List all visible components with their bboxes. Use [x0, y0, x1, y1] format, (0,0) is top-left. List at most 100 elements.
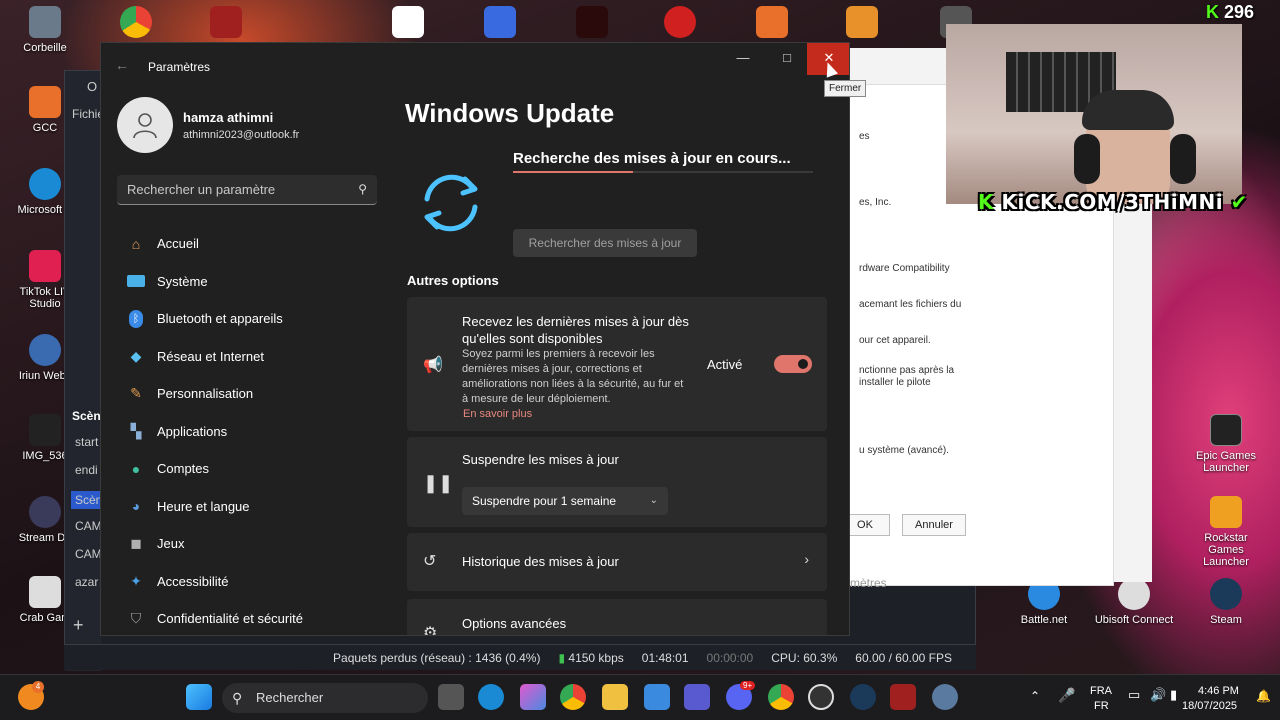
network-icon[interactable]: ▭: [1128, 687, 1140, 703]
sidebar-item-heure[interactable]: ◕ Heure et langue: [117, 488, 377, 526]
latest-updates-card: 📢 Recevez les dernières mises à jour dès…: [407, 297, 827, 431]
sidebar-item-accessibilite[interactable]: ✦ Accessibilité: [117, 563, 377, 601]
desktop-icon-label: TikTok LIV Studio: [19, 286, 71, 310]
roblox-desktop-icon[interactable]: [484, 6, 516, 38]
steam-icon: [1210, 578, 1242, 610]
avatar[interactable]: [117, 97, 173, 153]
desktop-icon-rockstar[interactable]: Rockstar Games Launcher: [1186, 496, 1266, 568]
gear-icon: ⚙: [423, 625, 438, 636]
ivem-desktop-icon[interactable]: [846, 6, 878, 38]
notification-bell-icon[interactable]: 🔔: [1256, 689, 1271, 703]
update-status: Recherche des mises à jour en cours...: [513, 150, 791, 167]
monitor-icon: [125, 272, 147, 290]
chrome-desktop-icon[interactable]: [120, 6, 152, 38]
pause-duration-select[interactable]: Suspendre pour 1 semaine ⌄: [462, 487, 668, 515]
sidebar-item-label: Système: [157, 273, 208, 289]
capcut-desktop-icon[interactable]: [392, 6, 424, 38]
settings-icon[interactable]: [932, 684, 958, 710]
sidebar-item-personnalisation[interactable]: ✎ Personnalisation: [117, 375, 377, 413]
chevron-down-icon: ⌄: [649, 495, 658, 506]
sidebar-item-label: Personnalisation: [157, 386, 254, 402]
clock-date[interactable]: 18/07/2025: [1182, 700, 1237, 712]
chrome-icon[interactable]: [560, 684, 586, 710]
obs-scene-item[interactable]: CAM: [75, 547, 102, 561]
cancel-button[interactable]: Annuler: [902, 514, 966, 536]
kick-banner: K KiCK.COM/3THiMNi ✔: [978, 190, 1248, 214]
sidebar-item-confidentialite[interactable]: ⛉ Confidentialité et sécurité: [117, 600, 377, 635]
home-icon: ⌂: [131, 235, 141, 252]
desktop-icon-label: Steam: [1210, 614, 1242, 626]
sidebar-item-systeme[interactable]: Système: [117, 263, 377, 301]
desktop-icon-label: Battle.net: [1020, 614, 1068, 626]
video-desktop-icon[interactable]: [664, 6, 696, 38]
dialog-line: es: [859, 131, 870, 142]
store-icon[interactable]: [644, 684, 670, 710]
update-history-title: Historique des mises à jour: [462, 554, 619, 569]
desktop-icon-label: Corbeille: [23, 42, 67, 54]
desktop-icon-label: GCC: [32, 122, 58, 134]
obs-scene-item[interactable]: CAM: [75, 519, 102, 533]
sidebar-item-reseau[interactable]: ◆ Réseau et Internet: [117, 338, 377, 376]
microphone-icon[interactable]: 🎤: [1058, 687, 1075, 704]
rec-time: 00:00:00: [706, 650, 754, 665]
sidebar-item-applications[interactable]: ▚ Applications: [117, 413, 377, 451]
explorer-icon[interactable]: [602, 684, 628, 710]
obs-scene-item[interactable]: azar: [75, 575, 98, 589]
sidebar-item-bluetooth[interactable]: ᛒ Bluetooth et appareils: [117, 300, 377, 338]
latest-updates-title: Recevez les dernières mises à jour dès q…: [462, 314, 689, 346]
notification-badge: 4: [32, 681, 44, 693]
desktop-icon-label: Ubisoft Connect: [1094, 614, 1174, 626]
bluetooth-icon: ᛒ: [125, 309, 147, 328]
shield-icon: ⛉: [130, 610, 142, 627]
volume-icon[interactable]: 🔊: [1150, 687, 1166, 703]
latest-updates-toggle[interactable]: [774, 355, 812, 373]
steam-icon[interactable]: [850, 684, 876, 710]
app-desktop-icon[interactable]: [210, 6, 242, 38]
obs-icon[interactable]: [808, 684, 834, 710]
pause-updates-title: Suspendre les mises à jour: [462, 452, 619, 467]
obs-scene-item[interactable]: endi: [75, 463, 98, 477]
ds-desktop-icon[interactable]: [576, 6, 608, 38]
sidebar-item-accueil[interactable]: ⌂ Accueil: [117, 225, 377, 263]
maximize-button[interactable]: □: [765, 43, 809, 75]
sync-icon: [424, 174, 478, 232]
obs-add-scene-button[interactable]: +: [73, 615, 84, 636]
edge-icon[interactable]: [478, 684, 504, 710]
tray-overflow-icon[interactable]: ⌃: [1030, 689, 1040, 703]
update-progress-bar: [513, 171, 813, 173]
edge-icon: [29, 168, 61, 200]
sidebar-item-jeux[interactable]: ◼ Jeux: [117, 525, 377, 563]
language-primary[interactable]: FRA: [1090, 685, 1112, 697]
desktop-icon-epic[interactable]: Epic Games Launcher: [1186, 414, 1266, 474]
advanced-options-card[interactable]: ⚙ Options avancées ›: [407, 599, 827, 636]
sidebar-item-comptes[interactable]: ● Comptes: [117, 450, 377, 488]
desktop-icon-corbeille[interactable]: Corbeille: [5, 6, 85, 54]
ccleaner-desktop-icon[interactable]: [756, 6, 788, 38]
page-title: Windows Update: [405, 98, 615, 128]
copilot-icon[interactable]: [520, 684, 546, 710]
obs-scene-item[interactable]: start: [75, 435, 98, 449]
back-arrow-icon[interactable]: ←: [115, 57, 129, 73]
check-updates-button[interactable]: Rechercher des mises à jour: [513, 229, 697, 257]
app-icon[interactable]: [890, 684, 916, 710]
bitrate-icon: ▮: [558, 650, 569, 665]
search-icon[interactable]: ⚲: [358, 182, 367, 196]
user-email: athimni2023@outlook.fr: [183, 129, 300, 141]
search-input[interactable]: [117, 175, 347, 203]
user-name: hamza athimni: [183, 110, 274, 125]
chrome-alt-icon[interactable]: [768, 684, 794, 710]
taskbar-search[interactable]: ⚲ Rechercher: [222, 683, 428, 713]
desktop-icon-label: IMG_536: [22, 450, 68, 462]
start-icon[interactable]: [186, 684, 212, 710]
minimize-button[interactable]: —: [721, 43, 765, 75]
update-history-card[interactable]: ↺ Historique des mises à jour ›: [407, 533, 827, 591]
clock-time[interactable]: 4:46 PM: [1198, 685, 1239, 697]
teams-icon[interactable]: [684, 684, 710, 710]
language-secondary[interactable]: FR: [1094, 700, 1109, 712]
sidebar-item-label: Jeux: [157, 536, 185, 552]
battery-icon[interactable]: ▮: [1170, 687, 1177, 703]
learn-more-link[interactable]: En savoir plus: [463, 408, 532, 420]
desktop-icon-steam[interactable]: Steam: [1186, 578, 1266, 626]
task-view-icon[interactable]: [438, 684, 464, 710]
kick-logo-icon: K: [978, 190, 1002, 214]
